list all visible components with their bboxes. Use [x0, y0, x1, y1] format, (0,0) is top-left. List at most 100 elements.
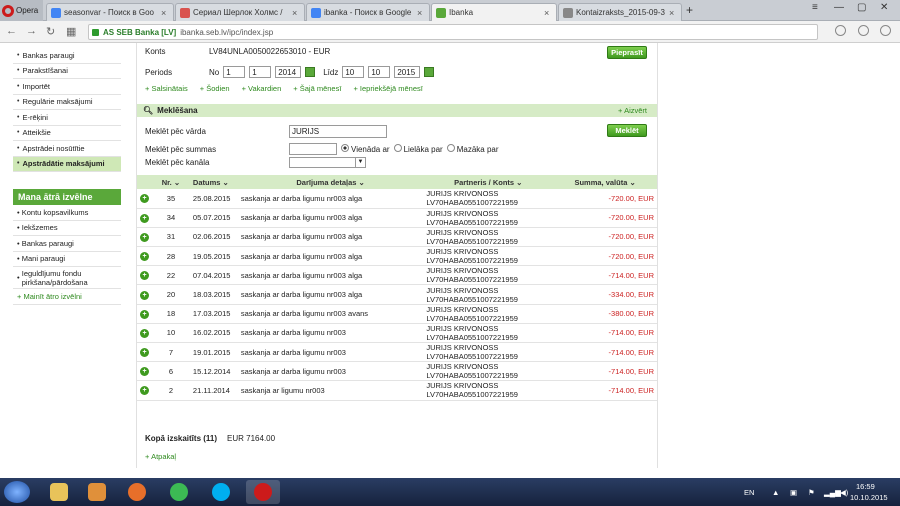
from-month-input[interactable]: 1 [249, 66, 272, 78]
url-field[interactable]: AS SEB Banka [LV] ibanka.seb.lv/ipc/inde… [88, 24, 818, 40]
download-icon[interactable] [858, 25, 869, 36]
calendar-icon[interactable] [424, 67, 435, 77]
close-tab-icon[interactable]: × [417, 8, 425, 18]
expand-cell[interactable]: + [137, 304, 152, 324]
from-year-input[interactable]: 2014 [275, 66, 302, 78]
to-year-input[interactable]: 2015 [394, 66, 421, 78]
expand-plus-icon[interactable]: + [140, 290, 149, 300]
close-tab-icon[interactable]: × [161, 8, 169, 18]
clock-time[interactable]: 16:59 [856, 482, 875, 491]
to-day-input[interactable]: 10 [342, 66, 365, 78]
table-row[interactable]: +34 05.07.2015 saskanja ar darba ligumu nr… [137, 208, 657, 228]
tab-ibanka[interactable]: Ibanka × [431, 3, 557, 21]
tab-sherlock[interactable]: Сериал Шерлок Холмс / × [175, 3, 305, 21]
opera-menu-button[interactable]: Opera [0, 0, 43, 21]
expand-cell[interactable]: + [137, 342, 152, 363]
expand-plus-icon[interactable]: + [140, 348, 149, 358]
close-tab-icon[interactable]: × [292, 8, 300, 18]
expand-cell[interactable]: + [137, 380, 152, 401]
sidebar-item-importet[interactable]: • Importēt [13, 79, 121, 95]
table-row[interactable]: +7 19.01.2015 saskanja ar darba ligumu nr0… [137, 342, 657, 363]
expand-cell[interactable]: + [137, 208, 152, 228]
close-tab-icon[interactable]: × [544, 8, 552, 18]
table-row[interactable]: +10 16.02.2015 saskanja ar darba ligumu nr… [137, 323, 657, 344]
tray-arrow-icon[interactable]: ▲ [772, 488, 779, 497]
range-vakardien[interactable]: + Vakardien [242, 84, 282, 93]
expand-plus-icon[interactable]: + [140, 232, 149, 242]
tab-ibanka-search[interactable]: ibanka - Поиск в Google × [306, 3, 430, 21]
sidebar-item-apstradei-nosutitie[interactable]: • Apstrādei nosūtītie [13, 141, 121, 157]
expand-plus-icon[interactable]: + [140, 194, 149, 204]
range-salsinatais[interactable]: + Salsinātais [145, 84, 188, 93]
table-row[interactable]: +6 15.12.2014 saskanja ar darba ligumu nr0… [137, 361, 657, 382]
radio-greater[interactable]: Lielāka par [393, 144, 443, 154]
expand-plus-icon[interactable]: + [140, 367, 149, 377]
expand-cell[interactable]: + [137, 189, 152, 209]
firefox-icon[interactable] [120, 480, 154, 504]
table-row[interactable]: +18 17.03.2015 saskanja ar darba ligumu nr… [137, 304, 657, 324]
volume-icon[interactable]: ◀) [840, 488, 848, 497]
sidebar-item-bankas-paraugi[interactable]: • Bankas paraugi [13, 48, 121, 64]
range-saja-menesi[interactable]: + Šajā mēnesī [293, 84, 341, 93]
speed-dial-icon[interactable]: ▦ [66, 25, 76, 38]
from-day-input[interactable]: 1 [223, 66, 246, 78]
close-window-icon[interactable]: ✕ [880, 2, 888, 13]
minimize-icon[interactable]: — [834, 2, 844, 13]
expand-plus-icon[interactable]: + [140, 328, 149, 338]
tab-seasonvar[interactable]: seasonvar - Поиск в Goo × [46, 3, 174, 21]
quick-item-mainit[interactable]: + Mainīt ātro izvēlni [13, 289, 121, 305]
account-icon[interactable] [880, 25, 891, 36]
sidebar-item-parakstisanai[interactable]: • Parakstīšanai [13, 63, 121, 79]
media-player-icon[interactable] [80, 480, 114, 504]
expand-cell[interactable]: + [137, 265, 152, 286]
opera-taskbar-icon[interactable] [246, 480, 280, 504]
header-partner[interactable]: Partneris / Konts ⌄ [423, 175, 554, 189]
expand-cell[interactable]: + [137, 284, 152, 305]
radio-equal[interactable]: Vienāda ar [341, 144, 390, 154]
quick-item-kontu-kopsavilkums[interactable]: • Kontu kopsavilkums [13, 205, 121, 221]
table-row[interactable]: +20 18.03.2015 saskanja ar darba ligumu nr… [137, 284, 657, 305]
quick-item-ieguldijumu-fondi[interactable]: • Ieguldījumu fondu pirkšana/pārdošana [13, 267, 121, 289]
maximize-icon[interactable]: ▢ [857, 2, 866, 13]
explorer-icon[interactable] [42, 480, 76, 504]
quick-item-bankas-paraugi[interactable]: • Bankas paraugi [13, 236, 121, 252]
quick-item-mani-paraugi[interactable]: • Mani paraugi [13, 252, 121, 267]
range-sodien[interactable]: + Šodien [200, 84, 230, 93]
start-button-icon[interactable] [4, 481, 30, 503]
close-search-link[interactable]: + Aizvērt [618, 106, 647, 115]
expand-plus-icon[interactable]: + [140, 271, 149, 281]
flag-icon[interactable]: ⚑ [808, 488, 815, 497]
language-indicator[interactable]: EN [744, 488, 754, 497]
header-date[interactable]: Datums ⌄ [189, 175, 238, 189]
expand-plus-icon[interactable]: + [140, 386, 149, 396]
request-button[interactable]: Pieprasīt [607, 46, 647, 59]
expand-plus-icon[interactable]: + [140, 309, 149, 319]
forward-icon[interactable]: → [26, 25, 37, 37]
quick-item-iekszemes[interactable]: • Iekšzemes [13, 221, 121, 236]
table-row[interactable]: +35 25.08.2015 saskanja ar darba ligumu nr… [137, 189, 657, 209]
table-row[interactable]: +28 19.05.2015 saskanja ar darba ligumu nr… [137, 246, 657, 267]
expand-cell[interactable]: + [137, 361, 152, 382]
calendar-icon[interactable] [305, 67, 316, 77]
header-details[interactable]: Darījuma detaļas ⌄ [237, 175, 424, 189]
clock-date[interactable]: 10.10.2015 [850, 493, 888, 502]
account-value[interactable]: LV84UNLA0050022653010 - EUR [209, 47, 330, 56]
stash-icon[interactable]: ≡ [812, 2, 818, 13]
close-tab-icon[interactable]: × [669, 8, 677, 18]
chrome-icon[interactable] [162, 480, 196, 504]
channel-select[interactable]: ▼ [289, 157, 366, 168]
tab-kontaizraksts[interactable]: Kontaizraksts_2015-09-3 × [558, 3, 682, 21]
skype-icon[interactable] [204, 480, 238, 504]
name-search-input[interactable]: JURIJS [289, 125, 387, 138]
header-nr[interactable]: Nr. ⌄ [152, 175, 190, 189]
expand-cell[interactable]: + [137, 323, 152, 344]
table-row[interactable]: +2 21.11.2014 saskanja ar ligumu nr003 JURI… [137, 380, 657, 401]
reload-icon[interactable]: ↻ [46, 25, 55, 38]
sidebar-item-apstradatie-maksajumi[interactable]: • Apstrādātie maksājumi [13, 156, 121, 172]
network-icon[interactable]: ▂▄▆ [824, 488, 841, 497]
expand-cell[interactable]: + [137, 246, 152, 267]
table-row[interactable]: +22 07.04.2015 saskanja ar darba ligumu nr… [137, 265, 657, 286]
search-button[interactable]: Meklēt [607, 124, 647, 137]
ev-certificate-label[interactable]: AS SEB Banka [LV] [103, 28, 176, 37]
table-row[interactable]: +31 02.06.2015 saskanja ar darba ligumu nr… [137, 227, 657, 248]
